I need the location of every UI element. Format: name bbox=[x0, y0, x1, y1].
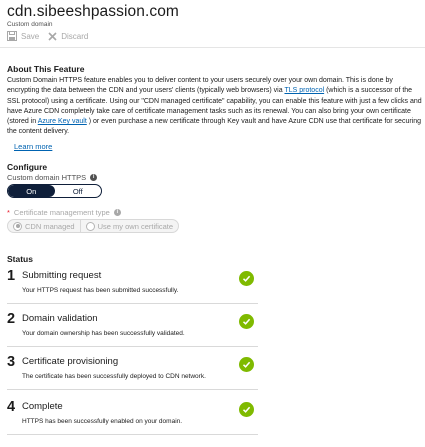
page-title: cdn.sibeeshpassion.com bbox=[7, 3, 179, 20]
status-step: 2 Domain validation Your domain ownershi… bbox=[7, 311, 257, 349]
cert-label-text: Certificate management type bbox=[13, 208, 110, 217]
header-divider bbox=[0, 47, 425, 48]
step-divider bbox=[7, 434, 258, 435]
step-number: 4 bbox=[7, 399, 16, 415]
https-toggle[interactable]: On Off bbox=[7, 184, 102, 198]
status-title: Status bbox=[7, 254, 33, 264]
step-description: HTTPS has been successfully enabled on y… bbox=[22, 418, 183, 425]
https-label-text: Custom domain HTTPS bbox=[7, 173, 87, 182]
discard-button[interactable]: Discard bbox=[48, 30, 88, 42]
step-divider bbox=[7, 303, 258, 304]
close-icon bbox=[48, 31, 57, 41]
command-bar: Save Discard bbox=[7, 30, 88, 42]
discard-label: Discard bbox=[61, 31, 89, 41]
status-step: 3 Certificate provisioning The certifica… bbox=[7, 354, 257, 392]
tls-protocol-link[interactable]: TLS protocol bbox=[284, 87, 324, 94]
step-title: Complete bbox=[22, 401, 63, 412]
cdn-managed-radio[interactable]: CDN managed bbox=[8, 220, 80, 232]
cert-type-field-label: * Certificate management type i bbox=[7, 208, 121, 217]
own-certificate-radio[interactable]: Use my own certificate bbox=[79, 220, 178, 232]
step-description: Your HTTPS request has been submitted su… bbox=[22, 287, 179, 294]
step-divider bbox=[7, 389, 258, 390]
checkmark-icon bbox=[239, 271, 254, 286]
info-icon[interactable]: i bbox=[113, 209, 121, 216]
about-description: Custom Domain HTTPS feature enables you … bbox=[7, 76, 423, 138]
radio-selected-icon bbox=[13, 221, 22, 231]
step-number: 3 bbox=[7, 354, 16, 370]
info-icon[interactable]: i bbox=[90, 174, 98, 181]
https-off-option[interactable]: Off bbox=[55, 185, 102, 197]
step-description: The certificate has been successfully de… bbox=[22, 373, 206, 380]
checkmark-icon bbox=[239, 314, 254, 329]
step-description: Your domain ownership has been successfu… bbox=[22, 330, 185, 337]
blade-header: cdn.sibeeshpassion.com Custom domain bbox=[7, 2, 417, 29]
step-title: Certificate provisioning bbox=[22, 356, 119, 367]
about-title: About This Feature bbox=[7, 64, 85, 74]
learn-more-link[interactable]: Learn more bbox=[14, 142, 52, 151]
cdn-managed-label: CDN managed bbox=[25, 221, 75, 231]
save-button[interactable]: Save bbox=[7, 30, 39, 42]
step-divider bbox=[7, 346, 258, 347]
step-title: Submitting request bbox=[22, 270, 102, 281]
radio-unselected-icon bbox=[85, 221, 95, 231]
own-certificate-label: Use my own certificate bbox=[97, 221, 174, 231]
https-field-label: Custom domain HTTPS i bbox=[7, 173, 98, 182]
status-step: 4 Complete HTTPS has been successfully e… bbox=[7, 399, 257, 437]
checkmark-icon bbox=[239, 402, 254, 417]
page-subtitle: Custom domain bbox=[7, 21, 53, 28]
cert-type-radio-group: CDN managed Use my own certificate bbox=[7, 219, 180, 233]
https-on-option[interactable]: On bbox=[8, 185, 55, 197]
step-number: 1 bbox=[7, 268, 16, 284]
required-asterisk: * bbox=[7, 208, 10, 217]
azure-key-vault-link[interactable]: Azure Key vault bbox=[38, 118, 87, 125]
configure-title: Configure bbox=[7, 162, 48, 172]
status-step: 1 Submitting request Your HTTPS request … bbox=[7, 268, 257, 306]
save-icon bbox=[7, 31, 17, 41]
checkmark-icon bbox=[239, 357, 254, 372]
step-title: Domain validation bbox=[22, 313, 98, 324]
save-label: Save bbox=[21, 31, 40, 41]
step-number: 2 bbox=[7, 311, 16, 327]
